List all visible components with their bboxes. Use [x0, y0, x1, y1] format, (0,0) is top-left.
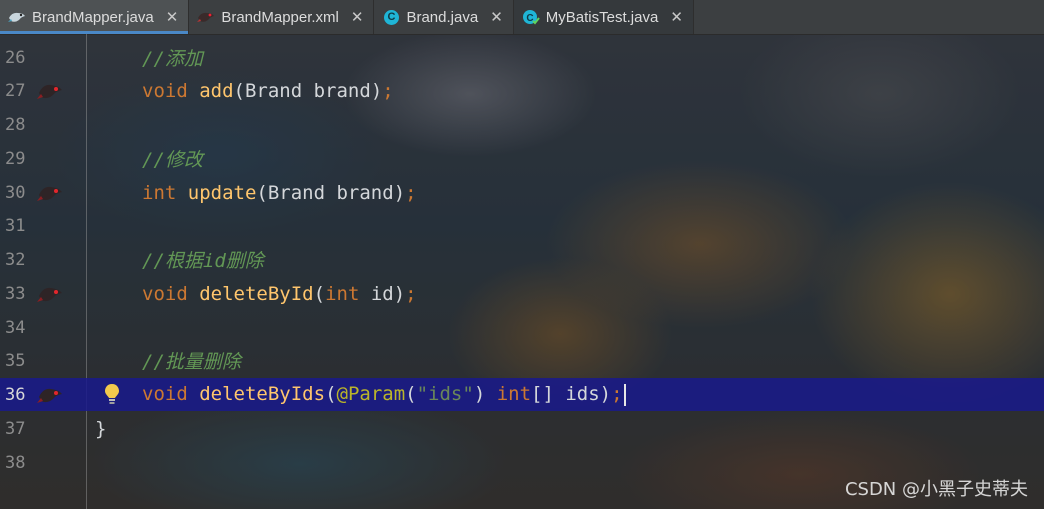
code-text: ( [325, 383, 337, 406]
line-number: 36 [5, 384, 26, 405]
mybatis-bird-icon [8, 8, 26, 26]
code-comment: //添加 [142, 48, 203, 70]
semicolon: ; [405, 181, 417, 204]
code-line[interactable]: 27 void add(Brand brand); [0, 74, 1044, 107]
tab-label: Brand.java [406, 8, 479, 26]
tab-brandmapper-java[interactable]: BrandMapper.java ✕ [0, 0, 190, 34]
mybatis-navigate-icon[interactable] [36, 284, 64, 304]
code-line[interactable]: 26 //添加 [0, 41, 1044, 74]
code-line[interactable]: 30 int update(Brand brand); [0, 176, 1044, 209]
string-literal: "ids" [416, 383, 474, 406]
keyword: void [142, 79, 188, 102]
code-comment: //批量删除 [142, 351, 241, 373]
keyword: int [142, 181, 177, 204]
class-c-icon: C [382, 8, 400, 26]
close-icon[interactable]: ✕ [490, 8, 503, 26]
line-number: 35 [5, 350, 26, 371]
tab-label: BrandMapper.xml [221, 8, 339, 26]
svg-text:C: C [526, 13, 533, 24]
mybatis-navigate-icon[interactable] [36, 385, 64, 405]
close-icon[interactable]: ✕ [351, 8, 364, 26]
test-class-icon: C [522, 8, 540, 26]
tab-mybatistest-java[interactable]: C MyBatisTest.java ✕ [513, 0, 694, 34]
line-number: 28 [5, 114, 26, 135]
code-line[interactable]: 37 } [0, 412, 1044, 445]
text-caret [623, 383, 626, 406]
method-name: add [199, 79, 234, 102]
mybatis-navigate-icon[interactable] [36, 81, 64, 101]
code-line[interactable]: 32 //根据id删除 [0, 243, 1044, 276]
code-text: (Brand brand) [256, 181, 406, 204]
code-text: ) [473, 383, 497, 406]
code-line[interactable]: 35 //批量删除 [0, 344, 1044, 377]
code-text: ( [313, 282, 326, 305]
keyword: void [142, 282, 188, 305]
code-line[interactable]: 33 void deleteById(int id); [0, 277, 1044, 310]
mybatis-bird-icon [197, 8, 215, 26]
keyword: void [142, 383, 188, 406]
close-icon[interactable]: ✕ [166, 8, 179, 26]
tab-label: MyBatisTest.java [545, 8, 659, 26]
code-comment: //根据id删除 [142, 250, 264, 272]
code-line[interactable]: 31 [0, 209, 1044, 242]
line-number: 37 [5, 418, 26, 439]
code-comment: //修改 [142, 149, 203, 171]
current-code-line[interactable]: 36 void deleteByIds(@Param("ids") int[] … [0, 378, 1044, 411]
csdn-watermark: CSDN @小黑子史蒂夫 [844, 479, 1028, 500]
close-icon[interactable]: ✕ [670, 8, 683, 26]
code-text: (Brand brand) [233, 79, 383, 102]
method-name: update [187, 181, 257, 204]
editor-tab-bar: BrandMapper.java ✕ BrandMapper.xml ✕ C B… [0, 0, 1044, 35]
line-number: 32 [5, 249, 26, 270]
line-number: 27 [5, 80, 26, 101]
code-line[interactable]: 34 [0, 311, 1044, 344]
line-number: 34 [5, 317, 26, 338]
line-number: 31 [5, 215, 26, 236]
tab-label: BrandMapper.java [32, 8, 154, 26]
annotation: @Param [336, 383, 406, 406]
method-name: deleteById [199, 282, 314, 305]
line-number: 26 [5, 47, 26, 68]
line-number: 30 [5, 182, 26, 203]
line-number: 29 [5, 148, 26, 169]
keyword: int [325, 282, 360, 305]
closing-brace: } [95, 417, 107, 440]
tab-brand-java[interactable]: C Brand.java ✕ [374, 0, 514, 34]
code-line[interactable]: 28 [0, 108, 1044, 141]
mybatis-navigate-icon[interactable] [36, 183, 64, 203]
code-text: id) [359, 282, 406, 305]
code-text: ( [405, 383, 417, 406]
semicolon: ; [382, 79, 394, 102]
keyword: int [496, 383, 532, 406]
line-number: 38 [5, 452, 26, 473]
code-line[interactable]: 29 //修改 [0, 142, 1044, 175]
tab-brandmapper-xml[interactable]: BrandMapper.xml ✕ [189, 0, 375, 34]
line-number: 33 [5, 283, 26, 304]
code-text: [] ids) [531, 383, 612, 406]
method-name: deleteByIds [199, 383, 326, 406]
semicolon: ; [405, 282, 417, 305]
semicolon: ; [611, 383, 623, 406]
